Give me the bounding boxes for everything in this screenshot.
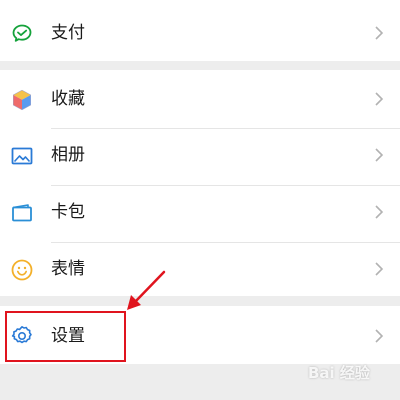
menu-item-label: 支付 <box>51 23 85 43</box>
chevron-right-icon <box>375 92 384 106</box>
chevron-right-icon <box>375 205 384 219</box>
watermark: Bai 经验 <box>308 364 370 382</box>
menu-item-label: 表情 <box>51 259 85 279</box>
chevron-right-icon <box>375 148 384 162</box>
menu-item-pay[interactable]: 支付 <box>0 5 400 61</box>
menu-item-favorites[interactable]: 收藏 <box>0 72 400 128</box>
menu-item-label: 卡包 <box>51 202 85 222</box>
chevron-right-icon <box>375 26 384 40</box>
card-wallet-icon <box>10 201 34 225</box>
album-image-icon <box>10 144 34 168</box>
menu-item-album[interactable]: 相册 <box>0 129 400 185</box>
menu-item-label: 相册 <box>51 145 85 165</box>
chevron-right-icon <box>375 262 384 276</box>
wechat-pay-icon <box>10 22 34 46</box>
emoji-smile-icon <box>10 258 34 282</box>
chevron-right-icon <box>375 329 384 343</box>
favorites-cube-icon <box>10 88 34 112</box>
menu-item-card-wallet[interactable]: 卡包 <box>0 186 400 242</box>
menu-item-emoji[interactable]: 表情 <box>0 243 400 299</box>
menu-item-label: 收藏 <box>51 89 85 109</box>
annotation-highlight-box <box>5 311 126 362</box>
